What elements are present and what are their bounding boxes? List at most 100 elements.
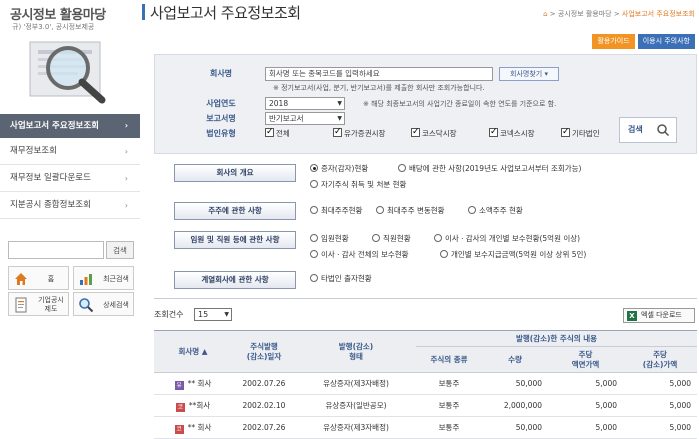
date-cell: 2002.07.26 — [232, 372, 296, 395]
corp-type-kosdaq-checkbox[interactable]: 코스닥시장 — [411, 126, 457, 140]
caution-button[interactable]: 이용시 주의사항 — [637, 34, 695, 49]
excel-download-button[interactable]: X 엑셀 다운로드 — [623, 308, 695, 323]
quick-links-row-1: 홈 최근검색 — [8, 266, 134, 290]
magnifier-illustration — [8, 34, 134, 104]
header-price: 주당 (감소)가액 — [623, 346, 698, 373]
radio-minority-shareholder[interactable]: 소액주주 현황 — [468, 206, 523, 216]
result-count-label: 조회건수 — [154, 310, 184, 319]
results-table: 회사명 ▲ 주식발행 (감소)일자 발행(감소) 형태 발행(감소)한 주식의 내용… — [154, 330, 698, 439]
company-input[interactable]: 회사명 또는 종목코드를 입력하세요 — [265, 67, 493, 81]
sidebar-item-business-report[interactable]: 사업보고서 주요정보조회 › — [0, 114, 140, 138]
breadcrumb-current: 사업보고서 주요정보조회 — [621, 10, 695, 18]
radio-treasury-stock[interactable]: 자기주식 취득 및 처분 현황 — [310, 180, 406, 190]
sidebar-item-equity-disclosure[interactable]: 지분공시 종합정보조회 › — [0, 192, 140, 219]
sidebar-item-label: 사업보고서 주요정보조회 — [10, 121, 99, 131]
report-label: 보고서명 — [206, 114, 236, 123]
sidebar-search-button[interactable]: 검색 — [106, 241, 134, 259]
company-cell[interactable]: 코 ** 회사 — [154, 416, 232, 439]
face-value-cell: 5,000 — [548, 372, 623, 395]
home-icon[interactable]: ⌂ — [543, 10, 547, 18]
sidebar-item-label: 재무정보조회 — [10, 146, 57, 156]
quantity-cell: 2,000,000 — [482, 394, 548, 417]
radio-other-corp-investment[interactable]: 타법인 출자현황 — [310, 274, 372, 284]
header-stock-content: 발행(감소)한 주식의 내용 — [416, 330, 698, 347]
recent-search-label: 최근검색 — [103, 275, 129, 283]
excel-icon: X — [627, 311, 637, 321]
table-row: 유 ** 회사 2002.07.26 유상증자(제3자배정) 보통주 50,000… — [154, 372, 698, 395]
detail-search-label: 상세검색 — [103, 301, 129, 309]
category-shareholders[interactable]: 주주에 관한 사항 — [174, 202, 296, 220]
home-label: 홈 — [47, 275, 55, 283]
kospi-badge-icon: 유 — [174, 380, 184, 390]
search-button[interactable]: 검색 — [619, 117, 677, 143]
category-executives-employees[interactable]: 임원 및 직원 등에 관한 사항 — [174, 231, 296, 249]
breadcrumb-item[interactable]: 공시정보 활용마당 — [558, 10, 612, 18]
category-company-overview[interactable]: 회사의 개요 — [174, 164, 296, 182]
company-disclosure-button[interactable]: 기업공시 제도 — [8, 292, 69, 316]
radio-dividend[interactable]: 배당에 관한 사항(2019년도 사업보고서부터 조회가능) — [398, 164, 581, 174]
company-cell[interactable]: 유 ** 회사 — [154, 372, 232, 395]
price-cell: 5,000 — [623, 372, 698, 395]
radio-executives[interactable]: 임원현황 — [310, 234, 349, 244]
company-label: 회사명 — [209, 69, 233, 78]
report-row: 보고서명 반기보고서 ▼ — [155, 112, 696, 126]
bar-chart-icon — [80, 274, 92, 285]
result-count-select[interactable]: 15 ▼ — [194, 308, 232, 321]
header-company[interactable]: 회사명 ▲ — [154, 330, 232, 373]
corp-type-kospi-checkbox[interactable]: 유가증권시장 — [333, 126, 385, 140]
category-affiliates[interactable]: 계열회사에 관한 사항 — [174, 271, 296, 289]
form-cell: 유상증자(제3자배정) — [296, 416, 416, 439]
year-row: 사업연도 2018 ▼ ※ 해당 최종보고서의 사업기간 종료일이 속한 연도를 … — [155, 97, 696, 111]
sidebar-item-financial-download[interactable]: 재무정보 일괄다운로드 › — [0, 165, 140, 192]
chevron-down-icon: ▼ — [337, 100, 342, 107]
find-company-button[interactable]: 회사명찾기 ▾ — [499, 67, 559, 81]
guide-button[interactable]: 활용가이드 — [592, 34, 635, 49]
detail-search-button[interactable]: 상세검색 — [73, 292, 134, 316]
recent-search-button[interactable]: 최근검색 — [73, 266, 134, 290]
kosdaq-badge-icon: 코 — [175, 402, 185, 412]
quantity-cell: 50,000 — [482, 416, 548, 439]
company-note: ※ 정기보고서(사업, 분기, 반기보고서)를 제출한 회사만 조회가능합니다. — [273, 84, 485, 92]
sidebar-item-financial-info[interactable]: 재무정보조회 › — [0, 138, 140, 165]
year-label: 사업연도 — [206, 99, 236, 108]
sidebar-item-label: 재무정보 일괄다운로드 — [10, 173, 91, 183]
form-cell: 유상증자(일반공모) — [296, 394, 416, 417]
radio-director-total-pay[interactable]: 이사ㆍ감사 전체의 보수현황 — [310, 250, 409, 260]
header-stock-type: 주식의 종류 — [416, 346, 482, 373]
header-issue-date: 주식발행 (감소)일자 — [232, 330, 296, 373]
radio-capital-change[interactable]: 증자(감자)현황 — [310, 164, 368, 174]
chevron-right-icon: › — [124, 147, 128, 156]
quantity-cell: 50,000 — [482, 372, 548, 395]
radio-employees[interactable]: 직원현황 — [372, 234, 411, 244]
home-button[interactable]: 홈 — [8, 266, 69, 290]
radio-major-shareholder[interactable]: 최대주주현황 — [310, 206, 362, 216]
sidebar-search-input[interactable] — [8, 241, 104, 259]
divider — [154, 298, 697, 299]
corp-type-all-checkbox[interactable]: 전체 — [265, 126, 290, 140]
kosdaq-badge-icon: 코 — [174, 424, 184, 434]
radio-director-individual-pay[interactable]: 이사ㆍ감사의 개인별 보수현황(5억원 이상) — [434, 234, 580, 244]
year-note: ※ 해당 최종보고서의 사업기간 종료일이 속한 연도를 기준으로 함. — [363, 100, 557, 108]
search-form: 회사명 회사명 또는 종목코드를 입력하세요 회사명찾기 ▾ ※ 정기보고서(사… — [154, 54, 697, 154]
logo-title[interactable]: 공시정보 활용마당 — [10, 4, 106, 23]
chevron-right-icon: › — [124, 121, 128, 130]
corp-type-konex-checkbox[interactable]: 코넥스시장 — [489, 126, 535, 140]
radio-major-shareholder-change[interactable]: 최대주주 변동현황 — [376, 206, 445, 216]
face-value-cell: 5,000 — [548, 416, 623, 439]
sidebar-item-label: 지분공시 종합정보조회 — [10, 200, 91, 210]
main-content: 사업보고서 주요정보조회 ⌂ > 공시정보 활용마당 > 사업보고서 주요정보조… — [142, 0, 699, 439]
date-cell: 2002.02.10 — [232, 394, 296, 417]
date-cell: 2002.07.26 — [232, 416, 296, 439]
stock-type-cell: 보통주 — [416, 394, 482, 417]
stock-type-cell: 보통주 — [416, 416, 482, 439]
company-cell[interactable]: 코 **회사 — [154, 394, 232, 417]
year-select[interactable]: 2018 ▼ — [265, 97, 345, 110]
report-select[interactable]: 반기보고서 ▼ — [265, 112, 345, 125]
corp-type-other-checkbox[interactable]: 기타법인 — [561, 126, 600, 140]
price-cell: 5,000 — [623, 416, 698, 439]
search-icon — [657, 124, 670, 137]
radio-individual-pay-top5[interactable]: 개인별 보수지급금액(5억원 이상 상위 5인) — [440, 250, 586, 260]
stock-type-cell: 보통주 — [416, 372, 482, 395]
chevron-down-icon: ▼ — [224, 311, 229, 318]
breadcrumb: ⌂ > 공시정보 활용마당 > 사업보고서 주요정보조회 — [543, 10, 695, 18]
